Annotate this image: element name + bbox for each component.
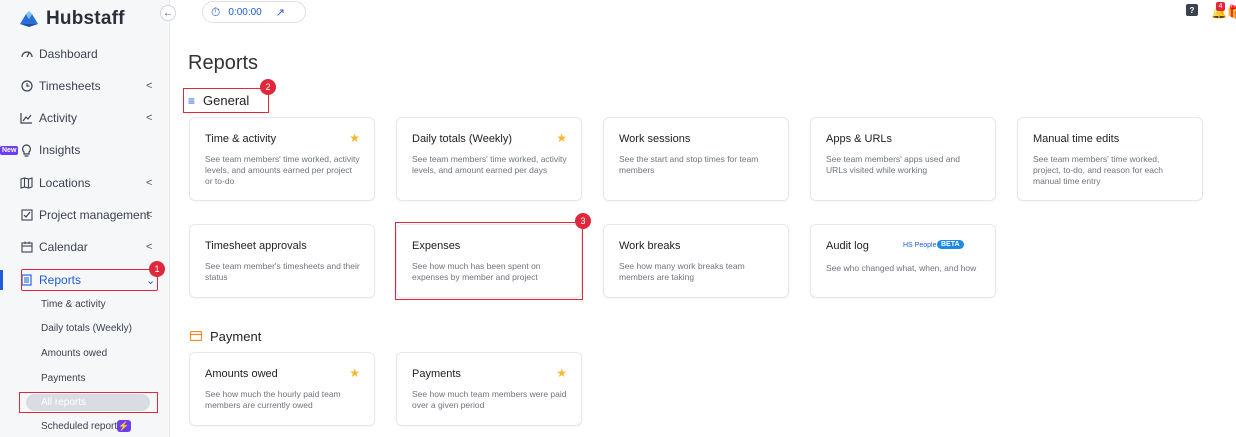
lightning-icon: ⚡ (117, 420, 131, 432)
card-title: Daily totals (Weekly) (412, 133, 513, 145)
report-card-work-sessions[interactable]: Work sessions See the start and stop tim… (603, 117, 789, 201)
highlight-box-general (183, 88, 269, 113)
card-description: See how much the hourly paid team member… (205, 389, 341, 410)
report-card-payments[interactable]: Payments ★ See how much team members wer… (396, 352, 582, 426)
report-card-timesheet-approvals[interactable]: Timesheet approvals See team member's ti… (189, 224, 375, 298)
card-description: See how much team members were paid over… (412, 389, 567, 410)
card-title: Amounts owed (205, 368, 278, 380)
activity-icon (20, 112, 33, 125)
card-title: Manual time edits (1033, 133, 1120, 145)
collapse-sidebar-button[interactable]: ← (160, 5, 176, 21)
timer-value: 0:00:00 (228, 6, 262, 18)
report-card-apps-urls[interactable]: Apps & URLs See team members' apps used … (810, 117, 996, 201)
card-title: Work sessions (619, 133, 691, 145)
annotation-badge-2: 2 (260, 79, 276, 95)
report-card-audit-log[interactable]: Audit log HS People BETA See who changed… (810, 224, 996, 298)
chevron-left-icon: < (146, 177, 153, 189)
subitem-amounts-owed[interactable]: Amounts owed (41, 348, 107, 359)
dashboard-icon (20, 48, 33, 61)
subitem-payments[interactable]: Payments (41, 373, 85, 384)
star-icon[interactable]: ★ (349, 131, 360, 145)
logo[interactable]: Hubstaff (18, 8, 125, 30)
highlight-box-reports (21, 269, 158, 291)
card-description: See team members' apps used and URLs vis… (826, 154, 960, 175)
sidebar-item-label: Insights (39, 143, 81, 157)
report-card-time-activity[interactable]: Time & activity ★ See team members' time… (189, 117, 375, 201)
highlight-box-expenses (395, 222, 583, 300)
sidebar-item-activity[interactable]: Activity < (0, 107, 170, 129)
annotation-badge-3: 3 (575, 213, 591, 229)
report-card-work-breaks[interactable]: Work breaks See how many work breaks tea… (603, 224, 789, 298)
card-description: See team members' time worked, project, … (1033, 154, 1163, 186)
sidebar-item-dashboard[interactable]: Dashboard (0, 43, 170, 65)
card-description: See team members' time worked, activity … (412, 154, 567, 175)
card-title: Apps & URLs (826, 133, 893, 145)
card-description: See who changed what, when, and how (826, 263, 977, 273)
card-description: See the start and stop times for team me… (619, 154, 759, 175)
arrow-up-right-icon[interactable]: ↗ (276, 6, 285, 19)
chevron-left-icon: < (146, 241, 153, 253)
subitem-scheduled-reports[interactable]: Scheduled reports (41, 421, 122, 432)
sidebar-item-project-management[interactable]: Project management < (0, 204, 170, 226)
gift-icon[interactable]: 🎁 (1227, 4, 1236, 20)
sidebar-item-label: Activity (39, 111, 78, 125)
subitem-daily-totals[interactable]: Daily totals (Weekly) (41, 323, 132, 334)
sidebar-item-label: Locations (39, 176, 91, 190)
hs-people-tag: HS People (903, 242, 937, 249)
sidebar-item-calendar[interactable]: Calendar < (0, 236, 170, 258)
card-title: Time & activity (205, 133, 277, 145)
wallet-icon (189, 329, 203, 344)
bulb-icon (20, 143, 33, 157)
annotation-badge-1: 1 (149, 261, 165, 277)
sidebar-item-label: Project management (39, 208, 150, 222)
sidebar-item-insights[interactable]: Insights (0, 139, 170, 161)
checkbox-icon (20, 209, 33, 222)
sidebar-item-timesheets[interactable]: Timesheets < (0, 75, 170, 97)
card-description: See how many work breaks team members ar… (619, 261, 745, 282)
sidebar-item-locations[interactable]: Locations < (0, 172, 170, 194)
calendar-icon (20, 241, 33, 254)
star-icon[interactable]: ★ (556, 366, 567, 380)
report-card-amounts-owed[interactable]: Amounts owed ★ See how much the hourly p… (189, 352, 375, 426)
report-card-manual-time-edits[interactable]: Manual time edits See team members' time… (1017, 117, 1203, 201)
sidebar-item-label: Dashboard (39, 47, 98, 61)
card-description: See team member's timesheets and their s… (205, 261, 360, 282)
chevron-left-icon: < (146, 80, 153, 92)
report-card-daily-totals[interactable]: Daily totals (Weekly) ★ See team members… (396, 117, 582, 201)
beta-badge: BETA (937, 240, 964, 249)
subitem-time-activity[interactable]: Time & activity (41, 299, 106, 310)
card-title: Work breaks (619, 240, 681, 252)
help-icon[interactable]: ? (1186, 4, 1198, 16)
page-title: Reports (188, 52, 259, 74)
sidebar-item-label: Timesheets (39, 79, 101, 93)
section-payment: Payment (189, 329, 262, 344)
app-name: Hubstaff (46, 8, 125, 29)
hubstaff-logo-icon (20, 11, 38, 27)
sidebar-item-label: Calendar (39, 240, 88, 254)
star-icon[interactable]: ★ (556, 131, 567, 145)
card-title: Timesheet approvals (205, 240, 307, 252)
card-title: Payments (412, 368, 461, 380)
card-title: Audit log (826, 240, 869, 252)
section-title: Payment (210, 329, 262, 344)
clock-icon (20, 80, 33, 93)
stopwatch-icon: ⏱ (211, 4, 221, 19)
timer-widget[interactable]: ⏱ 0:00:00 ↗ (202, 1, 306, 23)
star-icon[interactable]: ★ (349, 366, 360, 380)
notification-count-badge: 4 (1216, 2, 1225, 11)
chevron-left-icon: < (146, 112, 153, 124)
map-icon (20, 177, 33, 190)
chevron-left-icon: < (146, 209, 153, 221)
highlight-box-all-reports (19, 392, 158, 413)
sidebar: Hubstaff Dashboard Timesheets < Activity… (0, 0, 170, 437)
card-description: See team members' time worked, activity … (205, 154, 360, 186)
